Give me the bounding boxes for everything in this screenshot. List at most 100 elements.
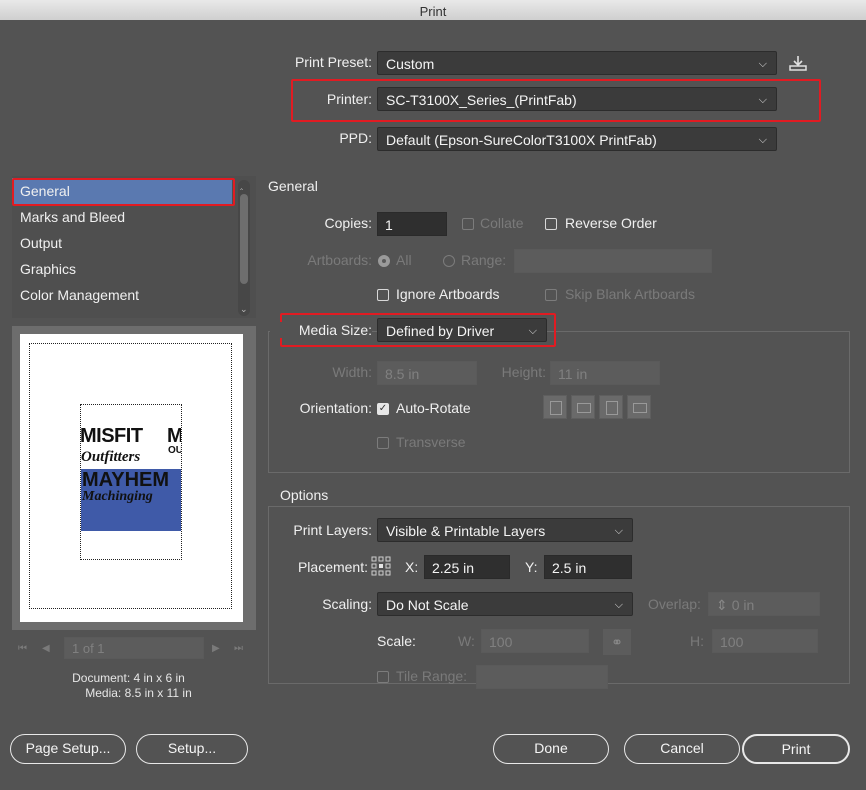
scale-h-label: H: [690, 633, 704, 649]
setup-button[interactable]: Setup... [136, 734, 248, 764]
collate-label: Collate [480, 215, 524, 231]
print-preset-dropdown[interactable]: Custom ⌵ [377, 51, 777, 75]
x-label: X: [405, 559, 419, 575]
reverse-portrait-orientation-icon[interactable] [599, 395, 623, 419]
print-layers-label: Print Layers: [293, 522, 372, 538]
x-input[interactable]: 2.25 in [424, 555, 510, 579]
reverse-order-checkbox[interactable] [545, 218, 557, 230]
transverse-label: Transverse [396, 434, 466, 450]
ignore-artboards-label: Ignore Artboards [396, 286, 500, 302]
artboards-all-radio[interactable] [378, 255, 390, 267]
sidebar-item-label: Output [20, 235, 63, 251]
scaling-value: Do Not Scale [386, 597, 469, 613]
portrait-orientation-icon[interactable] [543, 395, 567, 419]
copies-label: Copies: [324, 215, 372, 231]
scaling-dropdown[interactable]: Do Not Scale ⌵ [377, 592, 633, 616]
ignore-artboards-checkbox[interactable] [377, 289, 389, 301]
chevron-down-icon: ⌵ [758, 58, 767, 70]
transverse-checkbox[interactable] [377, 437, 389, 449]
chevron-up-icon[interactable]: ‸ [240, 180, 243, 191]
auto-rotate-label: Auto-Rotate [396, 400, 471, 416]
overlap-input[interactable]: ⇕ 0 in [708, 592, 820, 616]
last-page-icon[interactable]: ⏭ [234, 643, 243, 654]
scale-w-input[interactable]: 100 [481, 629, 589, 653]
scale-label: Scale: [377, 633, 416, 649]
height-input[interactable]: 11 in [550, 361, 660, 385]
ppd-label: PPD: [339, 130, 372, 146]
artwork-text: Machinging [82, 489, 153, 504]
chevron-down-icon: ⌵ [614, 525, 623, 537]
ppd-value: Default (Epson-SureColorT3100X PrintFab) [386, 132, 657, 148]
sidebar-item-color-management[interactable]: Color Management [12, 282, 232, 308]
reverse-order-label: Reverse Order [565, 215, 657, 231]
preview-page: MISFIT M Outfitters OU MAYHEM Machinging [20, 334, 243, 622]
done-button[interactable]: Done [493, 734, 609, 764]
x-value: 2.25 in [432, 560, 475, 576]
height-value: 11 in [558, 366, 588, 382]
media-size-value: Defined by Driver [386, 323, 495, 339]
sidebar-item-output[interactable]: Output [12, 230, 232, 256]
skip-blank-checkbox[interactable] [545, 289, 557, 301]
printer-label: Printer: [326, 91, 372, 107]
page-number-value: 1 of 1 [72, 641, 105, 656]
first-page-icon[interactable]: ⏮ [18, 643, 27, 654]
width-input[interactable]: 8.5 in [377, 361, 477, 385]
scale-h-input[interactable]: 100 [712, 629, 818, 653]
chevron-down-icon[interactable]: ⌄ [240, 304, 248, 315]
artboards-range-input[interactable] [514, 249, 712, 273]
placement-grid-icon[interactable] [370, 555, 392, 577]
window-title: Print [419, 4, 447, 19]
artwork-text: MISFIT [80, 425, 143, 447]
scrollbar-thumb[interactable] [240, 194, 248, 284]
sidebar-item-graphics[interactable]: Graphics [12, 256, 232, 282]
scale-h-value: 100 [720, 634, 744, 650]
save-preset-icon[interactable] [788, 54, 808, 72]
scaling-label: Scaling: [322, 596, 372, 612]
y-input[interactable]: 2.5 in [544, 555, 632, 579]
cancel-button[interactable]: Cancel [624, 734, 740, 764]
artboards-range-radio[interactable] [443, 255, 455, 267]
link-icon[interactable]: ⚭ [603, 629, 631, 655]
tile-range-input[interactable] [476, 665, 608, 689]
chevron-down-icon: ⌵ [528, 325, 537, 337]
window-titlebar: Print [0, 0, 866, 20]
general-highlight [12, 178, 235, 206]
options-heading: Options [280, 487, 329, 503]
placement-label: Placement: [297, 559, 368, 575]
overlap-label: Overlap: [648, 596, 701, 612]
collate-checkbox[interactable] [462, 218, 474, 230]
artwork-text: OU [168, 445, 182, 456]
sidebar-item-label: Marks and Bleed [20, 209, 126, 225]
width-value: 8.5 in [385, 366, 420, 382]
tile-range-checkbox[interactable] [377, 671, 389, 683]
artwork-bounds: MISFIT M Outfitters OU MAYHEM Machinging [80, 404, 182, 560]
prev-page-icon[interactable]: ◀ [42, 643, 50, 654]
document-info: Document: 4 in x 6 in [72, 671, 185, 685]
general-heading: General [268, 178, 318, 194]
page-setup-button[interactable]: Page Setup... [10, 734, 126, 764]
reverse-landscape-orientation-icon[interactable] [627, 395, 651, 419]
sidebar-item-marks-and-bleed[interactable]: Marks and Bleed [12, 204, 232, 230]
auto-rotate-checkbox[interactable]: ✓ [377, 403, 389, 415]
sidebar-scrollbar[interactable]: ‸ ⌄ [238, 180, 250, 316]
artboards-label: Artboards: [307, 252, 372, 268]
media-size-dropdown[interactable]: Defined by Driver ⌵ [377, 318, 547, 342]
copies-input[interactable]: 1 [377, 212, 447, 236]
artboards-all-label: All [396, 252, 412, 268]
printer-dropdown[interactable]: SC-T3100X_Series_(PrintFab) ⌵ [377, 87, 777, 111]
landscape-orientation-icon[interactable] [571, 395, 595, 419]
ppd-dropdown[interactable]: Default (Epson-SureColorT3100X PrintFab)… [377, 127, 777, 151]
scale-w-value: 100 [489, 634, 513, 650]
print-layers-dropdown[interactable]: Visible & Printable Layers ⌵ [377, 518, 633, 542]
stepper-icon: ⇕ [716, 597, 728, 613]
page-number-field[interactable]: 1 of 1 [64, 637, 204, 659]
orientation-label: Orientation: [299, 400, 372, 416]
print-layers-value: Visible & Printable Layers [386, 523, 546, 539]
print-preset-label: Print Preset: [294, 54, 372, 70]
next-page-icon[interactable]: ▶ [212, 643, 220, 654]
chevron-down-icon: ⌵ [758, 134, 767, 146]
copies-value: 1 [385, 217, 393, 233]
print-button[interactable]: Print [742, 734, 850, 764]
print-preset-value: Custom [386, 56, 435, 72]
artboards-range-label: Range: [461, 252, 507, 268]
